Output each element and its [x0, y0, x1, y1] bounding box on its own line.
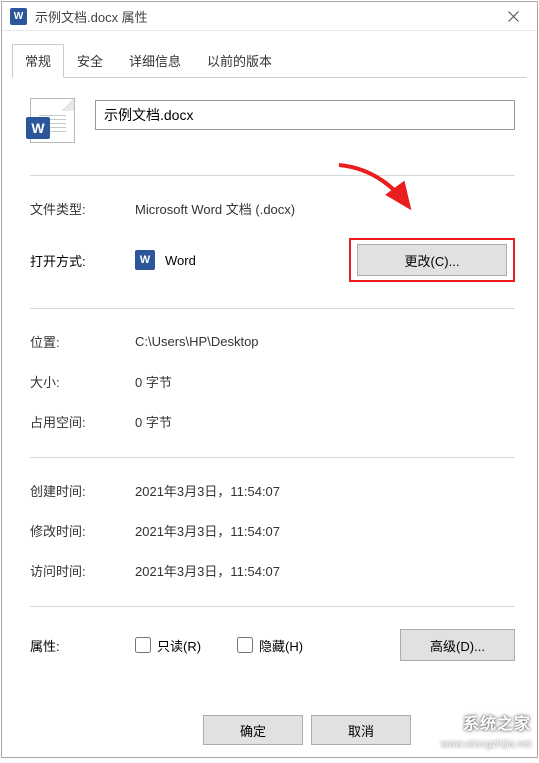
- tab-previous-versions[interactable]: 以前的版本: [194, 44, 285, 78]
- location-value: C:\Users\HP\Desktop: [135, 334, 515, 349]
- divider: [30, 308, 515, 309]
- size-value: 0 字节: [135, 372, 515, 391]
- divider: [30, 457, 515, 458]
- readonly-label: 只读(R): [157, 636, 201, 655]
- word-app-icon: [135, 250, 155, 270]
- close-icon: [508, 11, 519, 22]
- tab-security[interactable]: 安全: [64, 44, 116, 78]
- tab-general[interactable]: 常规: [12, 44, 64, 78]
- accessed-value: 2021年3月3日，11:54:07: [135, 561, 515, 580]
- ok-button[interactable]: 确定: [203, 715, 303, 745]
- file-type-label: 文件类型:: [30, 199, 135, 218]
- created-label: 创建时间:: [30, 481, 135, 500]
- word-icon: [10, 8, 27, 25]
- modified-value: 2021年3月3日，11:54:07: [135, 521, 515, 540]
- open-with-label: 打开方式:: [30, 251, 135, 270]
- properties-dialog: 示例文档.docx 属性 常规 安全 详细信息 以前的版本 W 文件类型: Mi…: [1, 1, 538, 758]
- tab-details[interactable]: 详细信息: [116, 44, 194, 78]
- modified-label: 修改时间:: [30, 521, 135, 540]
- file-type-icon: W: [30, 98, 75, 143]
- filename-input[interactable]: [95, 100, 515, 130]
- accessed-label: 访问时间:: [30, 561, 135, 580]
- advanced-button[interactable]: 高级(D)...: [400, 629, 515, 661]
- size-on-disk-value: 0 字节: [135, 412, 515, 431]
- attributes-label: 属性:: [30, 636, 135, 655]
- change-button[interactable]: 更改(C)...: [357, 244, 507, 276]
- window-title: 示例文档.docx 属性: [35, 7, 491, 26]
- highlight-box: 更改(C)...: [349, 238, 515, 282]
- file-type-value: Microsoft Word 文档 (.docx): [135, 199, 515, 218]
- dialog-footer: 确定 取消 应用(A): [2, 701, 537, 763]
- size-on-disk-label: 占用空间:: [30, 412, 135, 431]
- hidden-label: 隐藏(H): [259, 636, 303, 655]
- divider: [30, 175, 515, 176]
- size-label: 大小:: [30, 372, 135, 391]
- open-with-app: Word: [165, 253, 349, 268]
- location-label: 位置:: [30, 332, 135, 351]
- divider: [30, 606, 515, 607]
- titlebar[interactable]: 示例文档.docx 属性: [2, 2, 537, 31]
- readonly-checkbox[interactable]: [135, 637, 151, 653]
- cancel-button[interactable]: 取消: [311, 715, 411, 745]
- close-button[interactable]: [491, 2, 535, 30]
- hidden-checkbox-wrapper[interactable]: 隐藏(H): [237, 636, 303, 655]
- hidden-checkbox[interactable]: [237, 637, 253, 653]
- tab-strip: 常规 安全 详细信息 以前的版本: [12, 43, 527, 78]
- created-value: 2021年3月3日，11:54:07: [135, 481, 515, 500]
- tab-content: W 文件类型: Microsoft Word 文档 (.docx) 打开方式: …: [2, 78, 537, 701]
- readonly-checkbox-wrapper[interactable]: 只读(R): [135, 636, 201, 655]
